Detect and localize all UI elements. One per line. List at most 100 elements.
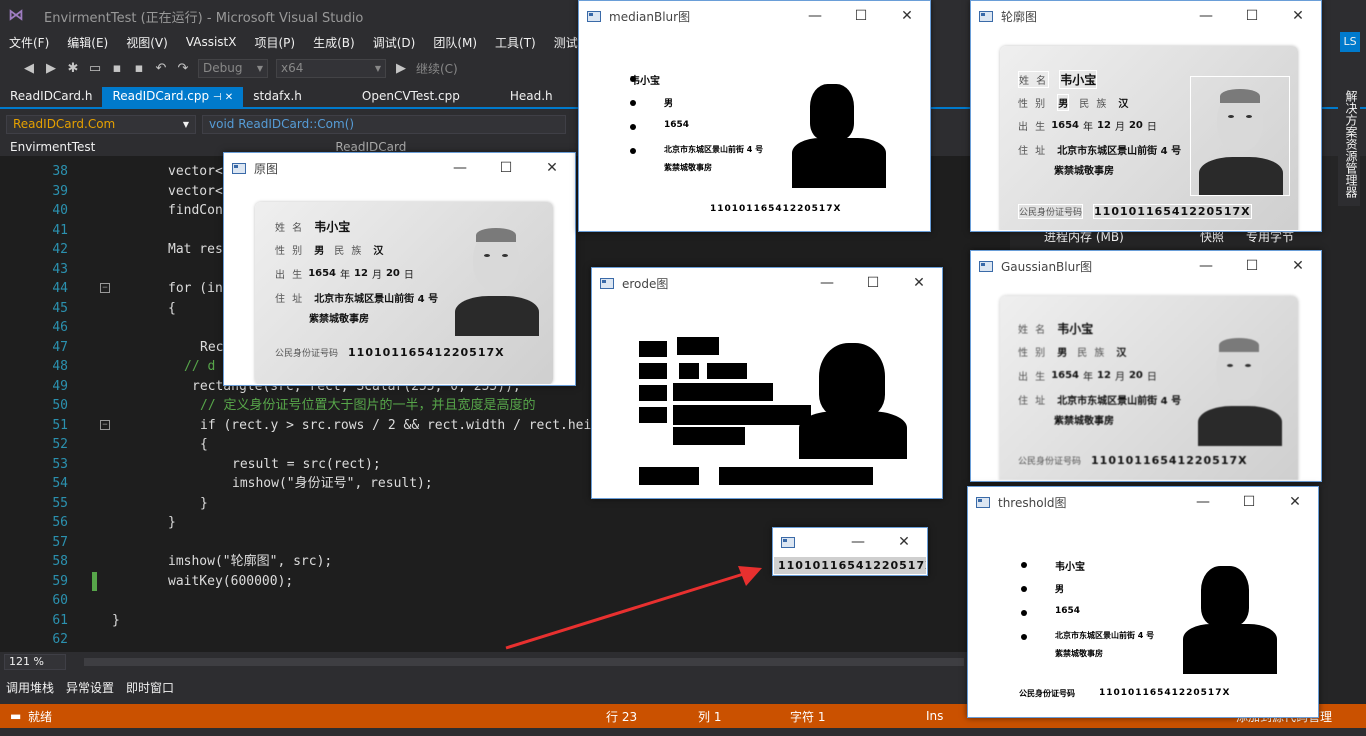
maximize-button[interactable]: ☐ [1226, 487, 1272, 517]
continue-button[interactable]: 继续(C) [416, 60, 458, 77]
solution-explorer-side-tab[interactable]: 解决方案资源管理器 [1338, 86, 1360, 206]
tab-readidcard-h[interactable]: ReadIDCard.h [0, 87, 102, 107]
window-titlebar[interactable]: GaussianBlur图 — ☐ ✕ [971, 251, 1321, 281]
tab-exception-settings[interactable]: 异常设置 [60, 679, 120, 696]
close-button[interactable]: ✕ [1272, 487, 1318, 517]
silhouette-body [1183, 624, 1277, 674]
minimize-button[interactable]: — [804, 268, 850, 298]
window-contour[interactable]: 轮廓图 — ☐ ✕ 姓 名韦小宝 性 别男民 族汉 出 生 1654 年 12 月 20 日… [970, 0, 1322, 232]
chevron-down-icon: ▼ [182, 119, 189, 129]
line-number: 61 [52, 612, 68, 628]
address-label: 住 址 [1018, 396, 1048, 407]
tab-call-stack[interactable]: 调用堆栈 [0, 679, 60, 696]
line-number: 44 [52, 281, 68, 296]
project-name[interactable]: EnvirmentTest [10, 140, 95, 154]
image-canvas: 11010116541220517X [774, 557, 926, 574]
portrait-eye [1228, 115, 1234, 118]
window-original[interactable]: 原图 — ☐ ✕ 姓 名韦小宝 性 别男民 族汉 出 生 1654 年 12 月 20 日 … [223, 152, 576, 386]
opencv-window-icon [600, 277, 614, 289]
window-titlebar[interactable]: erode图 — ☐ ✕ [592, 268, 942, 298]
forward-icon[interactable]: ▶ [44, 61, 58, 76]
ethnic-label: 民 族 [1077, 348, 1107, 359]
minimize-button[interactable]: — [1183, 1, 1229, 31]
tab-opencvtest-cpp[interactable]: OpenCVTest.cpp [352, 87, 470, 107]
window-titlebar[interactable]: medianBlur图 — ☐ ✕ [579, 1, 930, 31]
save-icon[interactable]: ▪ [110, 61, 124, 76]
tab-label: ReadIDCard.cpp [112, 89, 210, 103]
image-canvas: 姓 名韦小宝 性 别男民 族汉 出 生 1654 年 12 月 20 日 住 址北京市东城区… [225, 184, 574, 384]
birth-day: 20 [1128, 370, 1143, 381]
redo-icon[interactable]: ↷ [176, 61, 190, 76]
menu-edit[interactable]: 编辑(E) [58, 34, 117, 51]
scope-dropdown[interactable]: ReadIDCard.Com ▼ [6, 114, 196, 134]
open-folder-icon[interactable]: ▭ [88, 61, 102, 76]
changed-line-marker [92, 571, 97, 591]
tab-stdafx-h[interactable]: stdafx.h [243, 87, 312, 107]
menu-tools[interactable]: 工具(T) [486, 34, 545, 51]
line-number: 60 [52, 593, 68, 608]
chevron-down-icon: ▼ [256, 63, 263, 73]
close-button[interactable]: ✕ [1275, 1, 1321, 31]
window-id-number[interactable]: — ✕ 11010116541220517X [772, 527, 928, 576]
binary-id-number: 11010116541220517X [710, 204, 842, 214]
menu-build[interactable]: 生成(B) [304, 34, 364, 51]
pin-close-icon[interactable]: ⊣ ✕ [213, 92, 233, 103]
platform-select[interactable]: x64 ▼ [276, 58, 386, 78]
maximize-button[interactable]: ☐ [850, 268, 896, 298]
play-icon[interactable]: ▶ [394, 61, 408, 76]
text-blob [1021, 562, 1027, 568]
configuration-select[interactable]: Debug ▼ [198, 58, 268, 78]
window-titlebar[interactable]: threshold图 — ☐ ✕ [968, 487, 1318, 517]
user-badge[interactable]: LS [1340, 32, 1360, 52]
menu-vassistx[interactable]: VAssistX [177, 35, 246, 49]
minimize-button[interactable]: — [437, 153, 483, 183]
close-button[interactable]: ✕ [896, 268, 942, 298]
back-icon[interactable]: ◀ [22, 61, 36, 76]
minimize-button[interactable]: — [1183, 251, 1229, 281]
code-text: { [200, 437, 208, 452]
minimize-button[interactable]: — [1180, 487, 1226, 517]
zoom-select[interactable]: 121 % [4, 654, 66, 670]
member-dropdown[interactable]: void ReadIDCard::Com() [202, 114, 566, 134]
fold-toggle-icon[interactable]: − [100, 419, 110, 430]
fold-toggle-icon[interactable]: − [100, 283, 110, 293]
close-button[interactable]: ✕ [1275, 251, 1321, 281]
tab-head-h[interactable]: Head.h [500, 87, 563, 107]
maximize-button[interactable]: ☐ [483, 153, 529, 183]
close-button[interactable]: ✕ [881, 528, 927, 556]
eroded-blob [639, 407, 667, 423]
eroded-blob [639, 341, 667, 357]
birth-year: 1654 [308, 268, 337, 279]
window-titlebar[interactable]: 原图 — ☐ ✕ [224, 153, 575, 183]
minimize-button[interactable]: — [835, 528, 881, 556]
menu-file[interactable]: 文件(F) [0, 34, 58, 51]
menu-project[interactable]: 项目(P) [245, 34, 304, 51]
id-card-image: 姓 名韦小宝 性 别男民 族汉 出 生 1654 年 12 月 20 日 住 址北京市东城区… [255, 202, 553, 384]
maximize-button[interactable]: ☐ [1229, 251, 1275, 281]
window-titlebar[interactable]: 轮廓图 — ☐ ✕ [971, 1, 1321, 31]
save-all-icon[interactable]: ▪ [132, 61, 146, 76]
name-label: 姓 名 [1018, 325, 1048, 336]
ethnic-value: 汉 [1118, 99, 1129, 110]
tab-immediate-window[interactable]: 即时窗口 [120, 679, 180, 696]
window-threshold[interactable]: threshold图 — ☐ ✕ 韦小宝 男 1654 北京市东城区景山前街 4… [967, 486, 1319, 718]
menu-view[interactable]: 视图(V) [117, 34, 177, 51]
maximize-button[interactable]: ☐ [1229, 1, 1275, 31]
menu-team[interactable]: 团队(M) [424, 34, 486, 51]
window-median-blur[interactable]: medianBlur图 — ☐ ✕ 韦小宝 男 1654 北京市东城区景山前街 … [578, 0, 931, 232]
address-label: 住 址 [275, 294, 305, 305]
minimize-button[interactable]: — [792, 1, 838, 31]
window-gaussian-blur[interactable]: GaussianBlur图 — ☐ ✕ 姓 名韦小宝 性 别男民 族汉 出 生1… [970, 250, 1322, 482]
undo-icon[interactable]: ↶ [154, 61, 168, 76]
gender-value: 男 [1057, 348, 1068, 359]
window-erode[interactable]: erode图 — ☐ ✕ [591, 267, 943, 499]
close-button[interactable]: ✕ [884, 1, 930, 31]
day-unit: 日 [1146, 122, 1157, 133]
window-controls: — ☐ ✕ [1183, 251, 1321, 281]
close-button[interactable]: ✕ [529, 153, 575, 183]
menu-debug[interactable]: 调试(D) [364, 34, 425, 51]
new-project-icon[interactable]: ✱ [66, 61, 80, 76]
maximize-button[interactable]: ☐ [838, 1, 884, 31]
window-titlebar[interactable]: — ✕ [773, 528, 927, 556]
tab-readidcard-cpp[interactable]: ReadIDCard.cpp ⊣ ✕ [102, 87, 244, 107]
